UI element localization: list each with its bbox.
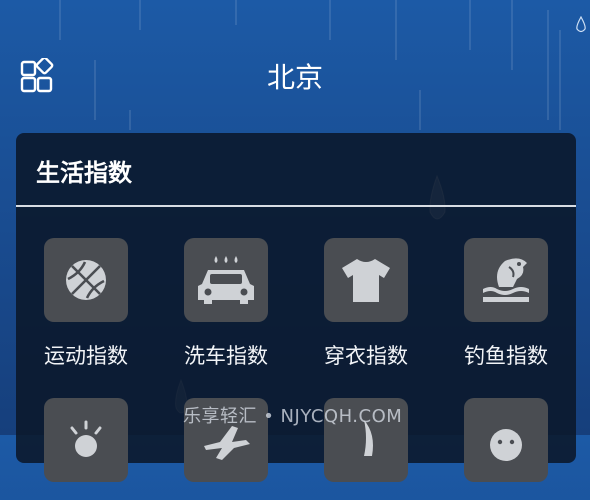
face-icon [490,429,522,461]
tshirt-icon [342,259,390,302]
index-label: 运动指数 [44,344,128,368]
basketball-icon [66,260,106,300]
index-item-fishing[interactable]: 钓鱼指数 [436,238,576,370]
index-item-sports[interactable]: 运动指数 [16,238,156,370]
index-label: 洗车指数 [184,344,268,368]
car-wash-icon [198,256,254,304]
watermark: 乐享轻汇 • NJYCQH.COM [183,406,403,427]
index-item-car-wash[interactable]: 洗车指数 [156,238,296,370]
sun-icon [70,420,102,457]
index-item-8[interactable] [436,398,576,500]
index-item-clothing[interactable]: 穿衣指数 [296,238,436,370]
index-item-5[interactable] [16,398,156,500]
city-title: 北京 [266,61,323,94]
index-label: 钓鱼指数 [464,344,548,368]
card-divider [16,205,576,207]
fishing-icon [483,258,529,302]
life-index-title: 生活指数 [36,159,132,187]
index-label: 穿衣指数 [324,344,408,368]
raindrop-icon [576,16,586,33]
